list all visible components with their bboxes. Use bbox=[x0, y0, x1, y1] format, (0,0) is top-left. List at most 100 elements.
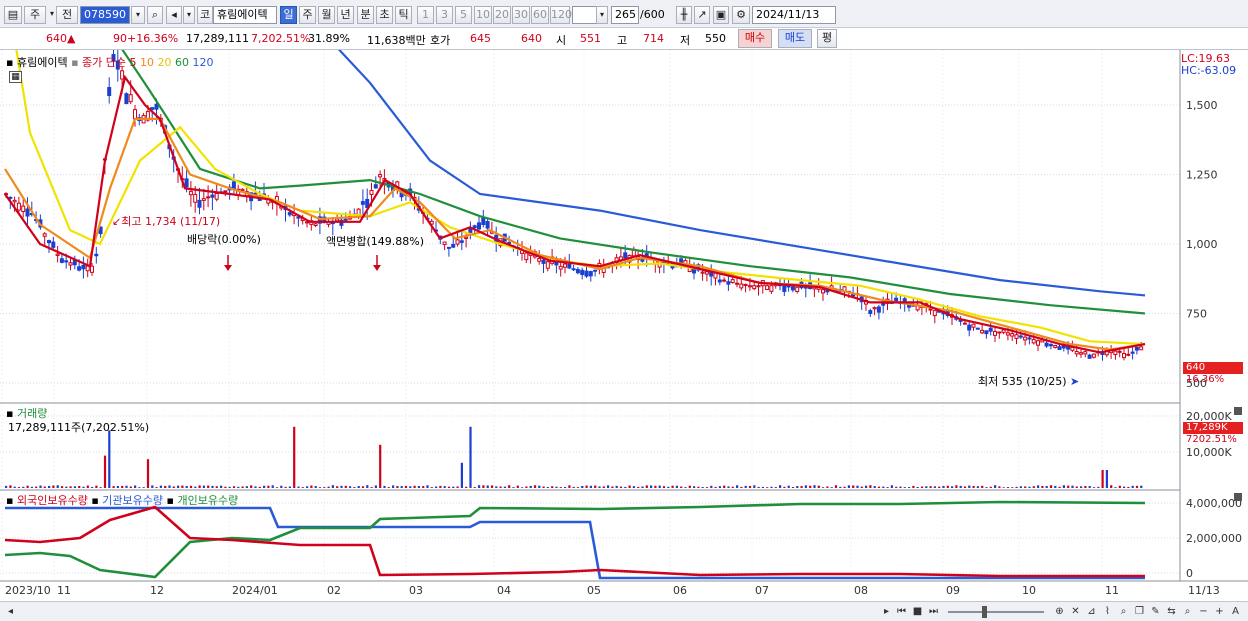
count-input[interactable]: 265 bbox=[611, 6, 639, 24]
zoom-slider-handle[interactable] bbox=[982, 606, 987, 618]
volume-bar bbox=[1084, 486, 1087, 488]
interval-dropdown-icon[interactable]: ▾ bbox=[596, 6, 608, 24]
sell-button[interactable]: 매도 bbox=[778, 29, 812, 48]
speaker-dropdown-icon[interactable]: ▾ bbox=[183, 6, 195, 24]
period-year-button[interactable]: 년 bbox=[337, 6, 354, 24]
ruler-icon[interactable]: ⊿ bbox=[1085, 605, 1098, 619]
volume-ratio: 7,202.51% bbox=[251, 32, 311, 45]
period-month-button[interactable]: 월 bbox=[318, 6, 335, 24]
volume-bar bbox=[288, 486, 291, 488]
x-axis-label: 07 bbox=[755, 584, 769, 597]
candle-body bbox=[25, 208, 30, 217]
volume-bar bbox=[43, 486, 46, 488]
volume-bar bbox=[658, 485, 661, 488]
volume-bar bbox=[1006, 487, 1010, 488]
volume-bar bbox=[1105, 470, 1108, 488]
indicator-icon[interactable]: ↗ bbox=[694, 6, 710, 24]
candle-body bbox=[188, 190, 193, 196]
x-axis-right-label: 11/13 bbox=[1188, 584, 1220, 597]
copy-icon[interactable]: ❐ bbox=[1133, 605, 1146, 619]
interval-10-button[interactable]: 10 bbox=[474, 6, 492, 24]
save-icon[interactable]: ▣ bbox=[713, 6, 729, 24]
interval-30-button[interactable]: 30 bbox=[512, 6, 530, 24]
volume-bar bbox=[439, 485, 442, 488]
candle-body bbox=[1005, 332, 1010, 336]
trend-icon[interactable]: ⌇ bbox=[1101, 605, 1114, 619]
candle-body bbox=[343, 218, 348, 221]
candle-body bbox=[94, 253, 99, 257]
candle-body bbox=[120, 70, 125, 80]
volume-bar bbox=[701, 487, 704, 488]
zoom-out-icon[interactable]: − bbox=[1197, 605, 1210, 619]
candle-body bbox=[335, 218, 340, 222]
eval-button[interactable]: 평 bbox=[817, 29, 837, 48]
prev-button[interactable]: 전 bbox=[56, 6, 78, 24]
period-dropdown-icon[interactable]: ▾ bbox=[48, 6, 56, 24]
code-dropdown-icon[interactable]: ▾ bbox=[131, 6, 145, 24]
stock-name-field[interactable]: 휴림에이텍 bbox=[213, 6, 277, 24]
candle-body bbox=[1031, 339, 1036, 344]
volume-bar bbox=[1058, 486, 1061, 488]
chart-icon[interactable]: ▤ bbox=[4, 6, 22, 24]
font-size-icon[interactable]: A bbox=[1229, 605, 1242, 619]
chart-scrollbar[interactable]: ◂ ▸ ⏮ ■ ⏭ ⊕ ✕ ⊿ ⌇ ⌕ ❐ ✎ ⇆ ⌕ − + A bbox=[0, 601, 1248, 621]
volume-bar bbox=[336, 486, 339, 488]
crosshair-icon[interactable]: ✕ bbox=[1069, 605, 1082, 619]
stop-icon[interactable]: ■ bbox=[911, 605, 924, 619]
calculator-icon[interactable]: ▦ bbox=[9, 71, 22, 83]
panel-close-icon[interactable] bbox=[1234, 407, 1242, 415]
period-day-button[interactable]: 일 bbox=[280, 6, 297, 24]
period-type-button[interactable]: 주 bbox=[24, 6, 46, 24]
volume-bar bbox=[757, 486, 760, 488]
zoom-slider[interactable] bbox=[948, 611, 1044, 613]
interval-5-button[interactable]: 5 bbox=[455, 6, 472, 24]
interval-120-button[interactable]: 120 bbox=[550, 6, 572, 24]
interval-60-button[interactable]: 60 bbox=[531, 6, 549, 24]
candle-body bbox=[782, 285, 787, 292]
zoom-plus-icon[interactable]: + bbox=[1213, 605, 1226, 619]
search-chart-icon[interactable]: ⌕ bbox=[1181, 605, 1194, 619]
scroll-right-icon[interactable]: ▸ bbox=[880, 605, 893, 619]
volume-bar bbox=[1135, 485, 1139, 488]
volume-bar bbox=[684, 487, 687, 488]
volume-bar bbox=[52, 485, 55, 488]
fast-forward-icon[interactable]: ⏭ bbox=[927, 605, 940, 619]
panel-close-icon[interactable] bbox=[1234, 493, 1242, 501]
stock-code-input[interactable]: 078590 bbox=[80, 6, 130, 24]
ask-price-2: 640 bbox=[521, 32, 542, 45]
pencil-icon[interactable]: ✎ bbox=[1149, 605, 1162, 619]
gear-icon[interactable]: ⚙ bbox=[732, 6, 750, 24]
candle-body bbox=[378, 174, 383, 178]
speaker-icon[interactable]: ◂ bbox=[166, 6, 182, 24]
period-week-button[interactable]: 주 bbox=[299, 6, 316, 24]
date-input[interactable]: 2024/11/13 bbox=[752, 6, 836, 24]
volume-bar bbox=[280, 485, 283, 488]
volume-bar bbox=[796, 486, 799, 488]
interval-1-button[interactable]: 1 bbox=[417, 6, 434, 24]
scroll-left-icon[interactable]: ◂ bbox=[4, 605, 17, 619]
volume-bar bbox=[1011, 487, 1014, 488]
stock-chart[interactable]: 2,7502,5002,2502,0001,7501,5001,2501,000… bbox=[0, 50, 1248, 601]
volume-bar bbox=[843, 486, 846, 488]
period-second-button[interactable]: 초 bbox=[376, 6, 393, 24]
candle-body bbox=[1083, 351, 1088, 355]
period-tick-button[interactable]: 틱 bbox=[395, 6, 412, 24]
volume-bar bbox=[680, 486, 683, 488]
search-icon[interactable]: ⌕ bbox=[147, 6, 163, 24]
high-label: 고 bbox=[617, 34, 628, 47]
volume-bar bbox=[460, 462, 463, 488]
candle-body bbox=[313, 223, 318, 226]
rewind-icon[interactable]: ⏮ bbox=[895, 605, 908, 619]
interval-20-button[interactable]: 20 bbox=[493, 6, 511, 24]
volume-bar bbox=[912, 485, 915, 488]
period-minute-button[interactable]: 분 bbox=[357, 6, 374, 24]
volume-bar bbox=[555, 486, 558, 488]
zoom-in-icon[interactable]: ⊕ bbox=[1053, 605, 1066, 619]
candle-type-icon[interactable]: ╫ bbox=[676, 6, 692, 24]
candle-body bbox=[287, 212, 292, 216]
magnify-icon[interactable]: ⌕ bbox=[1117, 605, 1130, 619]
interval-3-button[interactable]: 3 bbox=[436, 6, 453, 24]
compare-icon[interactable]: ⇆ bbox=[1165, 605, 1178, 619]
buy-button[interactable]: 매수 bbox=[738, 29, 772, 48]
volume-bar bbox=[963, 486, 967, 488]
